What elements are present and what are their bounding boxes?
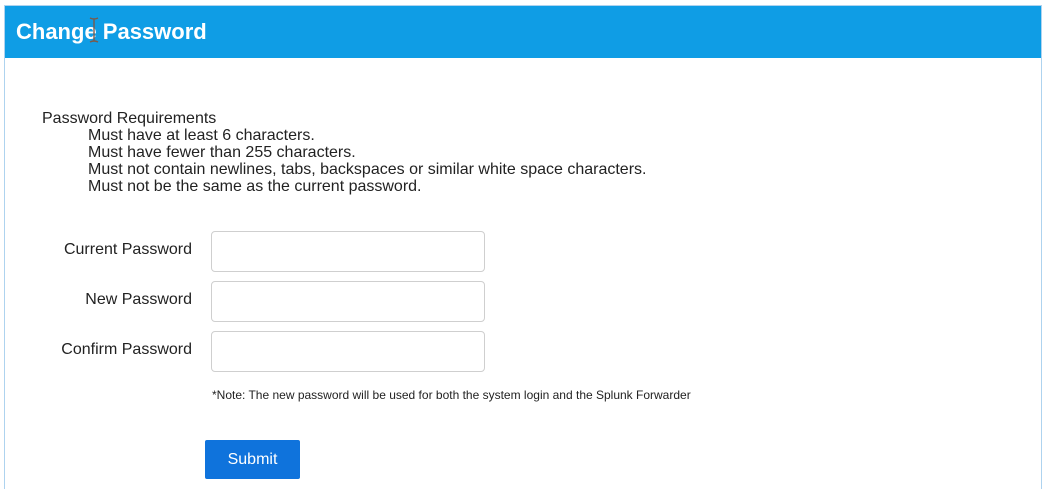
confirm-password-row: Confirm Password (5, 331, 505, 373)
requirement-item: Must not be the same as the current pass… (88, 178, 422, 195)
new-password-input[interactable] (211, 281, 485, 322)
confirm-password-label: Confirm Password (61, 341, 192, 358)
text-cursor-icon (89, 17, 99, 43)
panel-header: Change Password (5, 6, 1041, 58)
requirement-item: Must have at least 6 characters. (88, 127, 315, 144)
forwarder-note: *Note: The new password will be used for… (212, 388, 691, 402)
submit-button[interactable]: Submit (205, 440, 300, 479)
requirement-item: Must not contain newlines, tabs, backspa… (88, 161, 647, 178)
page-title: Change Password (16, 19, 207, 44)
requirements-heading: Password Requirements (42, 110, 217, 127)
current-password-row: Current Password (5, 231, 505, 273)
requirement-item: Must have fewer than 255 characters. (88, 144, 356, 161)
new-password-row: New Password (5, 281, 505, 323)
current-password-label: Current Password (63, 241, 192, 258)
requirements-list: Must have at least 6 characters. Must ha… (42, 127, 646, 195)
new-password-label: New Password (85, 291, 192, 308)
current-password-input[interactable] (211, 231, 485, 272)
confirm-password-input[interactable] (211, 331, 485, 372)
change-password-panel: Change Password Password Requirements Mu… (4, 5, 1042, 489)
password-requirements: Password Requirements Must have at least… (42, 110, 646, 195)
